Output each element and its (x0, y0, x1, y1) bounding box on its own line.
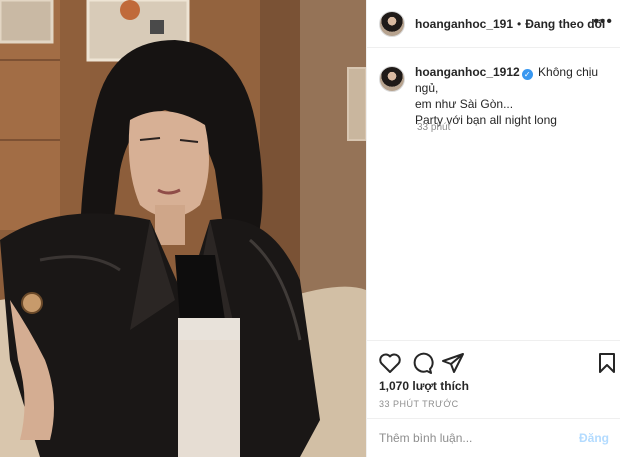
caption-avatar[interactable] (379, 66, 405, 92)
post-header: hoanganhoc_191 • Đang theo dõi ••• (367, 0, 620, 48)
comment-icon[interactable] (410, 351, 434, 375)
bookmark-icon[interactable] (595, 351, 619, 375)
header-username[interactable]: hoanganhoc_191 (415, 17, 513, 31)
header-separator: • (517, 16, 522, 31)
caption: hoanganhoc_1912 ✓ Không chịu ngủ, em như … (379, 64, 615, 128)
post-side-panel: hoanganhoc_191 • Đang theo dõi ••• hoang… (366, 0, 620, 457)
comment-form: Đăng (367, 418, 620, 457)
caption-timestamp[interactable]: 33 phút (417, 122, 450, 133)
verified-badge-icon: ✓ (521, 69, 533, 80)
comment-input[interactable] (379, 431, 579, 445)
caption-username[interactable]: hoanganhoc_1912 (415, 65, 520, 79)
like-count[interactable]: 1,070 lượt thích (379, 379, 469, 393)
caption-text: hoanganhoc_1912 ✓ Không chịu ngủ, em như … (415, 64, 615, 128)
more-horizontal-icon[interactable]: ••• (593, 14, 613, 30)
caption-line-2: em như Sài Gòn... (415, 97, 514, 111)
post-photo-illustration (0, 0, 366, 457)
heart-icon[interactable] (378, 351, 402, 375)
post-comment-button[interactable]: Đăng (579, 431, 609, 445)
avatar[interactable] (379, 10, 405, 37)
post-date[interactable]: 33 PHÚT TRƯỚC (379, 399, 459, 409)
share-icon[interactable] (441, 351, 465, 375)
post-photo[interactable] (0, 0, 366, 457)
